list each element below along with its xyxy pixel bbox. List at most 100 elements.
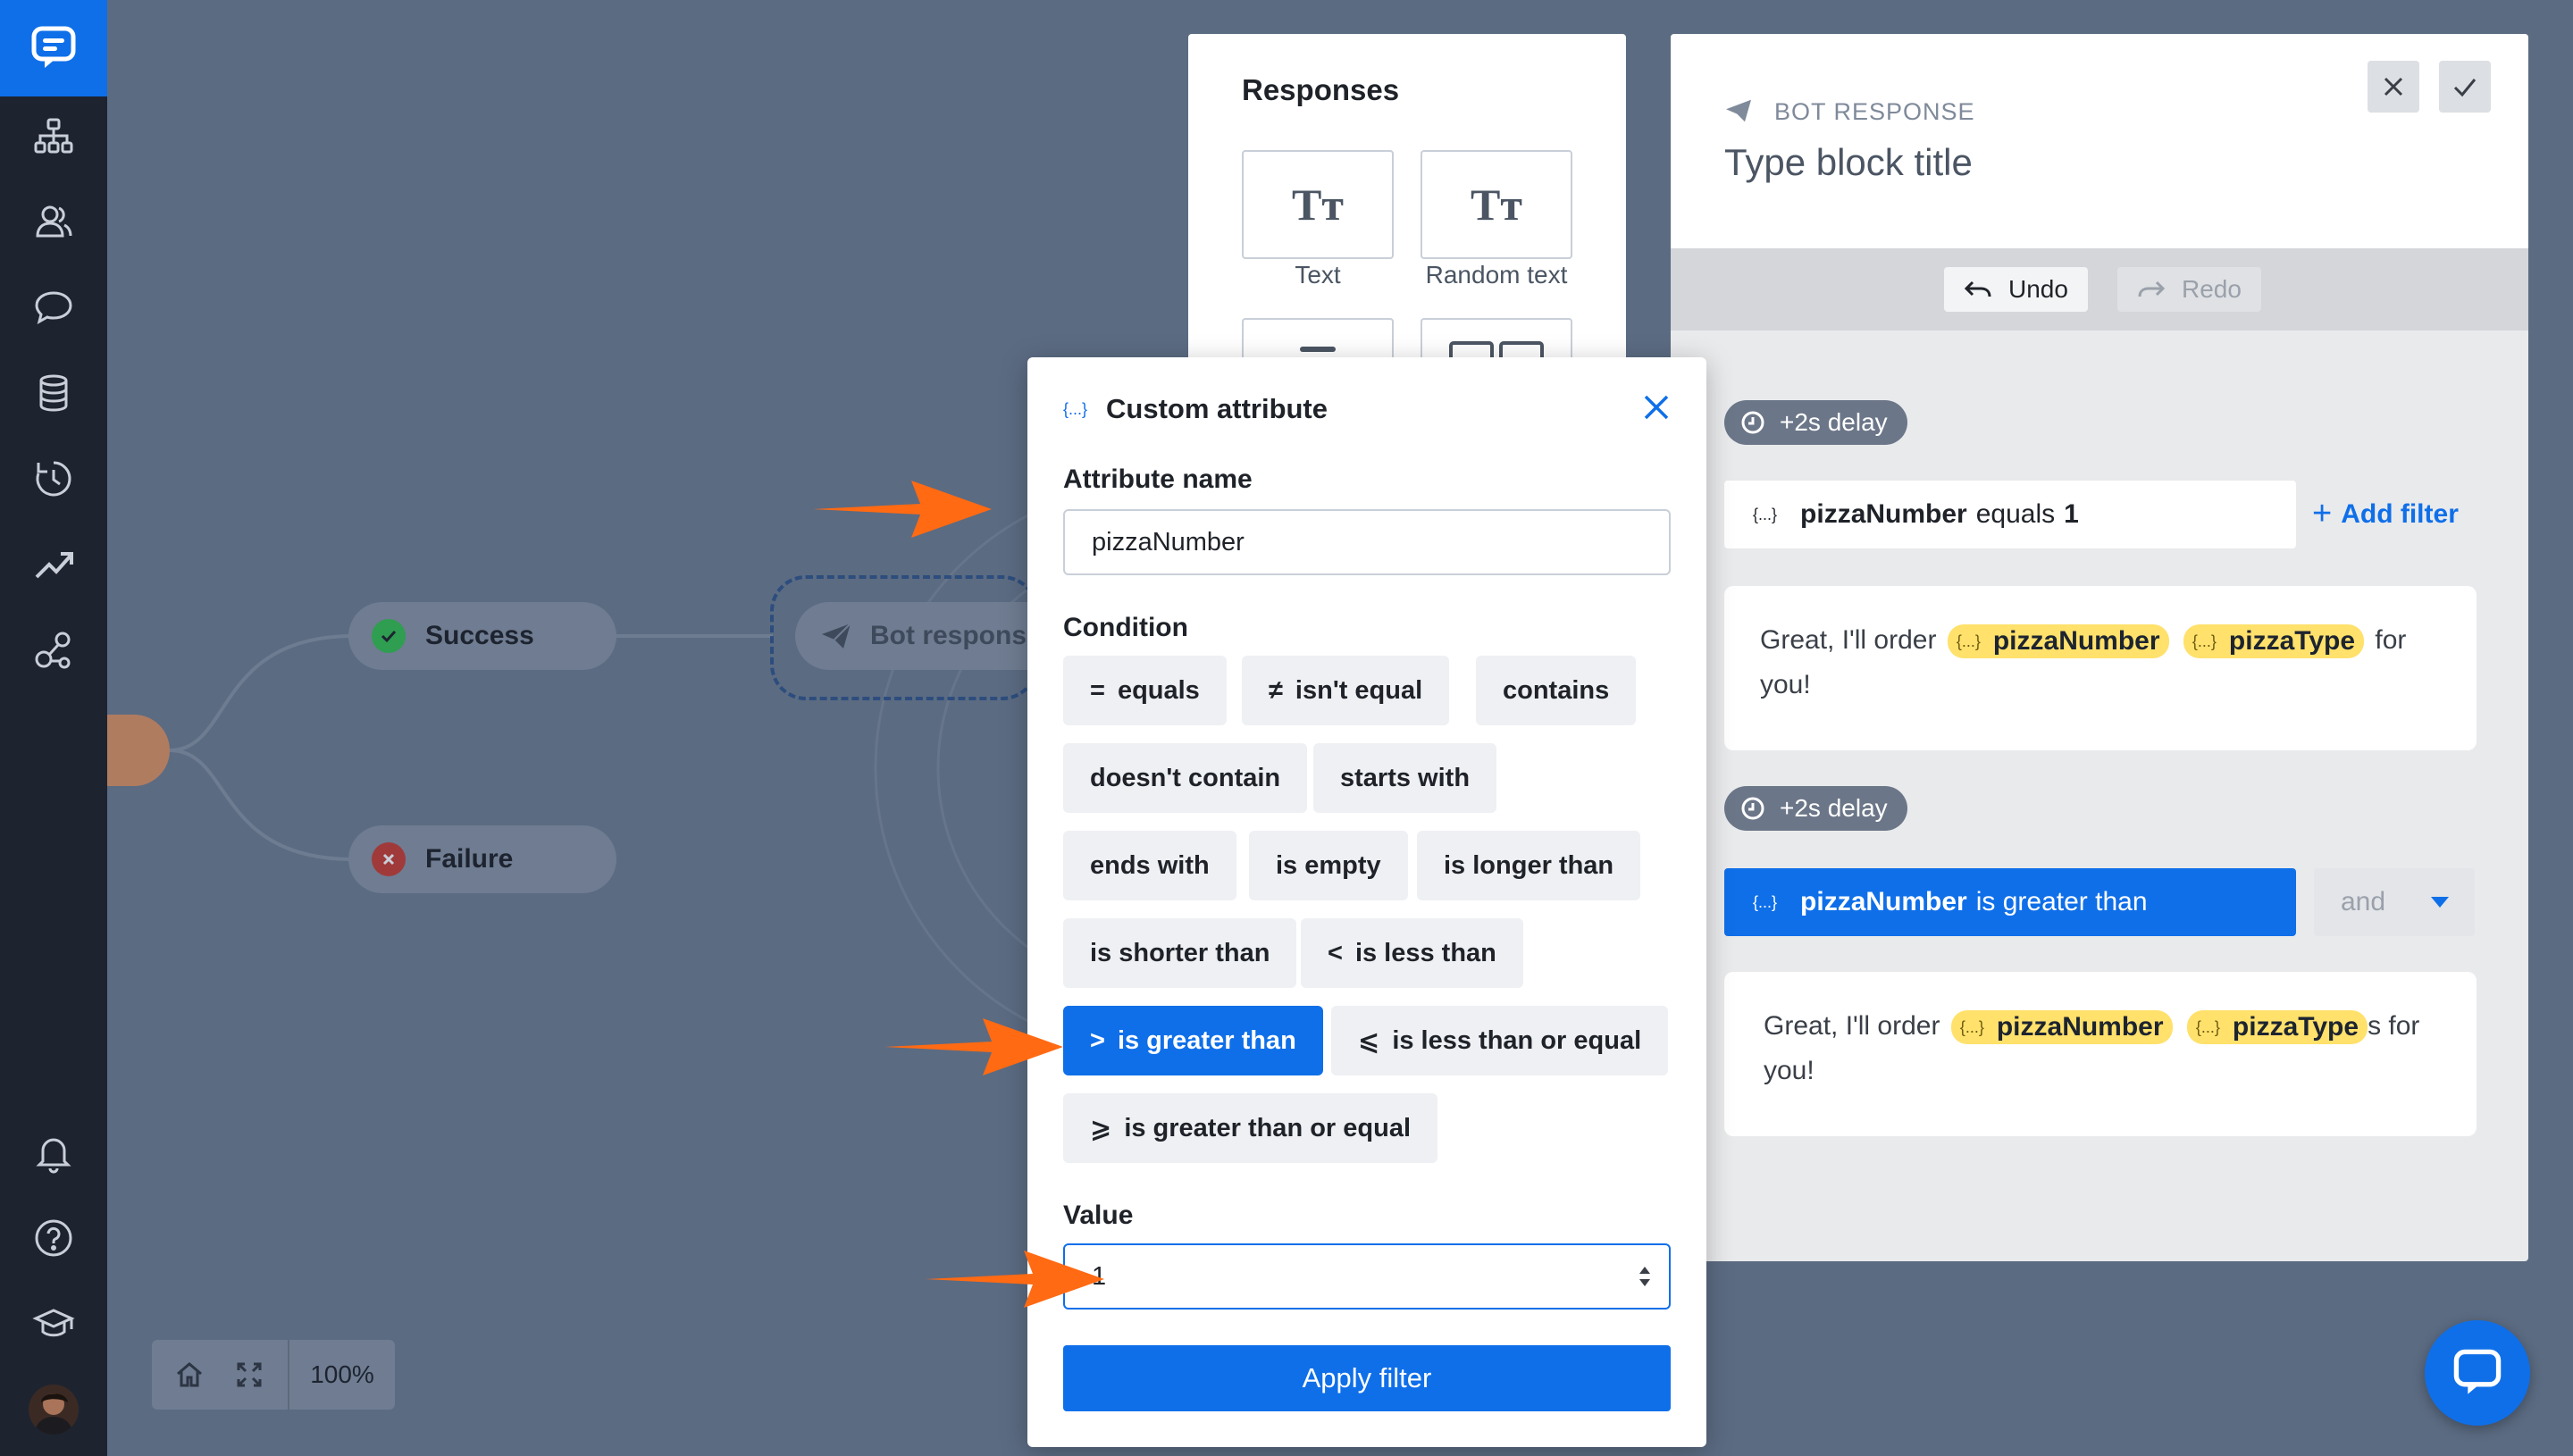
condition-label-text: is greater than [1117, 1025, 1296, 1055]
confirm-button[interactable] [2439, 61, 2491, 113]
filter-operator: equals [1975, 499, 2056, 529]
condition-is-shorter-than[interactable]: is shorter than [1063, 918, 1297, 988]
history-toolbar: Undo Redo [1671, 248, 2528, 331]
chip-label: pizzaNumber [1992, 626, 2160, 657]
text-response-tile[interactable]: Tт [1242, 150, 1394, 259]
arrow-pointer-icon [926, 1251, 1104, 1308]
condition-is-greater-than[interactable]: > is greater than [1063, 1006, 1323, 1075]
zoom-controls: 100% [152, 1340, 395, 1410]
condition-label-text: ends with [1090, 850, 1210, 880]
condition-label-text: is less than or equal [1392, 1025, 1642, 1055]
failure-node[interactable]: Failure [348, 825, 616, 893]
text-response-label: Text [1295, 261, 1341, 289]
chat-icon [2453, 1349, 2502, 1394]
random-text-response-label: Random text [1425, 261, 1568, 289]
condition-label-text: equals [1117, 675, 1200, 705]
redo-icon [2138, 280, 2166, 297]
condition-contains[interactable]: contains [1476, 656, 1637, 725]
condition-label-text: is empty [1276, 850, 1381, 880]
condition-is-less-than[interactable]: < is less than [1301, 918, 1523, 988]
stepper-icon[interactable] [1637, 1261, 1653, 1292]
equals-icon: = [1090, 675, 1105, 705]
delay-label: +2s delay [1780, 408, 1888, 436]
fullscreen-icon[interactable] [227, 1340, 272, 1410]
attribute-chip[interactable]: {...} pizzaType [2183, 624, 2365, 659]
undo-button[interactable]: Undo [1944, 267, 2088, 312]
filter-bar-active[interactable]: {...} pizzaNumber is greater than [1724, 868, 2296, 936]
send-icon [1724, 98, 1753, 123]
greater-equal-icon: ⩾ [1090, 1114, 1112, 1143]
bot-response-node[interactable]: Bot response [795, 602, 1027, 670]
attribute-name-label: Attribute name [1063, 464, 1253, 494]
bot-response-panel: BOT RESPONSE Type block title Undo Redo … [1671, 34, 2528, 1261]
apply-filter-button[interactable]: Apply filter [1063, 1345, 1671, 1411]
less-equal-icon: ⩽ [1358, 1026, 1380, 1056]
redo-button[interactable]: Redo [2117, 267, 2261, 312]
message-text: Great, I'll order [1760, 625, 1937, 655]
block-title-input[interactable]: Type block title [1724, 141, 1973, 184]
add-filter-label: Add filter [2341, 498, 2459, 529]
bot-panel-header: BOT RESPONSE Type block title [1671, 34, 2528, 248]
redo-label: Redo [2182, 275, 2242, 303]
random-text-response-tile[interactable]: Tт [1421, 150, 1572, 259]
condition-is-less-than-or-equal[interactable]: ⩽ is less than or equal [1331, 1006, 1669, 1075]
text-response-message[interactable]: Great, I'll order {...} pizzaNumber {...}… [1724, 586, 2477, 750]
condition-not-equal[interactable]: ≠ isn't equal [1242, 656, 1450, 725]
attribute-icon: {...} [1753, 892, 1778, 911]
zoom-level[interactable]: 100% [289, 1340, 395, 1410]
condition-ends-with[interactable]: ends with [1063, 831, 1236, 900]
check-icon [2453, 79, 2477, 97]
send-icon [820, 622, 852, 650]
close-icon [1644, 395, 1669, 420]
filter-attribute: pizzaNumber [1800, 887, 1967, 916]
undo-icon [1964, 280, 1991, 297]
attribute-icon: {...} [1753, 505, 1778, 523]
text-response-message[interactable]: Great, I'll order {...} pizzaNumber {...}… [1724, 972, 2477, 1136]
success-label: Success [425, 621, 534, 650]
responses-title: Responses [1242, 73, 1400, 106]
arrow-pointer-icon [813, 481, 992, 538]
message-text: you! [1760, 670, 1811, 699]
check-icon [372, 619, 406, 653]
attribute-chip[interactable]: {...} pizzaNumber [1947, 624, 2169, 659]
close-button[interactable] [2368, 61, 2419, 113]
condition-is-longer-than[interactable]: is longer than [1417, 831, 1641, 900]
success-node[interactable]: Success [348, 602, 616, 670]
condition-label-text: contains [1503, 675, 1610, 705]
filter-attribute: pizzaNumber [1800, 499, 1967, 529]
condition-is-empty[interactable]: is empty [1249, 831, 1408, 900]
value-input[interactable]: 1 [1063, 1243, 1671, 1310]
condition-label: Condition [1063, 613, 1188, 642]
message-text: Great, I'll order [1764, 1011, 1940, 1041]
filter-operator: is greater than [1975, 887, 2148, 916]
condition-equals[interactable]: = equals [1063, 656, 1227, 725]
chevron-down-icon [2431, 897, 2449, 908]
bot-panel-kicker: BOT RESPONSE [1774, 98, 1975, 125]
plus-icon: + [2312, 495, 2333, 532]
chip-label: pizzaType [2228, 626, 2356, 657]
attribute-chip[interactable]: {...} pizzaType [2186, 1010, 2368, 1045]
attribute-name-input[interactable]: pizzaNumber [1063, 509, 1671, 575]
add-filter-button[interactable]: + Add filter [2312, 495, 2459, 533]
clock-icon [1741, 797, 1764, 820]
joiner-select[interactable]: and [2314, 868, 2475, 936]
bot-node-label: Bot response [870, 621, 1027, 650]
attribute-chip[interactable]: {...} pizzaNumber [1950, 1010, 2173, 1045]
filter-bar[interactable]: {...} pizzaNumber equals 1 [1724, 481, 2296, 548]
close-circle-icon [372, 842, 406, 876]
arrow-pointer-icon [884, 1018, 1063, 1075]
value-label: Value [1063, 1201, 1134, 1230]
condition-is-greater-than-or-equal[interactable]: ⩾ is greater than or equal [1063, 1093, 1438, 1163]
condition-starts-with[interactable]: starts with [1313, 743, 1497, 813]
modal-close-button[interactable] [1642, 393, 1671, 422]
attribute-icon: {...} [1063, 400, 1088, 418]
filter-value: 1 [2064, 499, 2079, 529]
delay-badge[interactable]: +2s delay [1724, 786, 1907, 831]
chat-launcher-button[interactable] [2425, 1320, 2530, 1426]
delay-badge[interactable]: +2s delay [1724, 400, 1907, 445]
message-text: you! [1764, 1056, 1815, 1085]
condition-doesnt-contain[interactable]: doesn't contain [1063, 743, 1308, 813]
less-than-icon: < [1328, 938, 1343, 967]
home-icon[interactable] [152, 1340, 227, 1410]
message-text: for [2375, 625, 2407, 655]
